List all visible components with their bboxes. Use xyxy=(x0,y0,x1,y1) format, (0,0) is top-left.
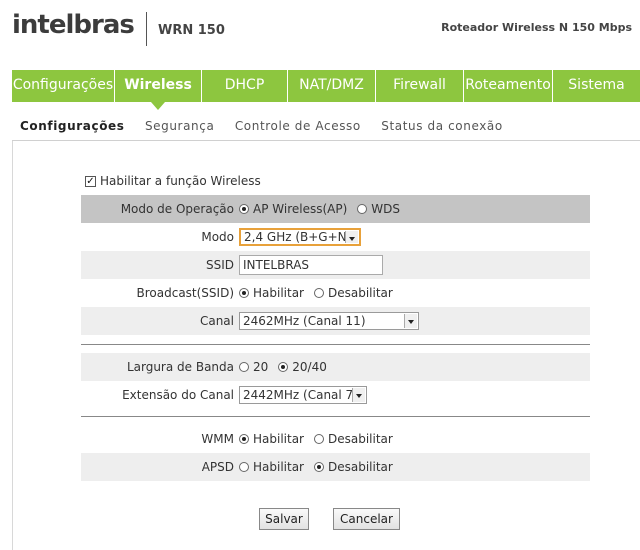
cancel-button[interactable]: Cancelar xyxy=(333,508,400,530)
chevron-down-icon xyxy=(352,388,365,402)
section-divider xyxy=(81,416,590,417)
canal-value: 2462MHz (Canal 11) xyxy=(243,314,366,328)
radio-dot xyxy=(314,288,324,298)
section-divider xyxy=(81,344,590,345)
tab-configuracoes[interactable]: Configurações xyxy=(12,70,115,102)
radio-dot xyxy=(239,362,249,372)
ssid-input[interactable]: INTELBRAS xyxy=(239,255,383,275)
row-ssid: SSID INTELBRAS xyxy=(81,251,590,279)
radio-ap-wireless[interactable]: AP Wireless(AP) xyxy=(239,202,347,216)
row-modo: Modo 2,4 GHz (B+G+N) xyxy=(81,223,590,251)
subtab-configuracoes[interactable]: Configurações xyxy=(20,119,125,133)
main-nav: Configurações Wireless DHCP NAT/DMZ Fire… xyxy=(12,70,640,110)
radio-dot xyxy=(314,434,324,444)
product-name: Roteador Wireless N 150 Mbps xyxy=(441,21,632,34)
radio-label: 20/40 xyxy=(292,360,327,374)
canal-label: Canal xyxy=(199,314,234,328)
modo-label: Modo xyxy=(201,230,234,244)
extensao-value: 2442MHz (Canal 7) xyxy=(243,388,358,402)
extensao-label: Extensão do Canal xyxy=(122,388,234,402)
modo-operacao-label: Modo de Operação xyxy=(120,202,234,216)
enable-wireless-checkbox[interactable]: ✓ xyxy=(85,175,96,187)
modo-select[interactable]: 2,4 GHz (B+G+N) xyxy=(239,228,361,246)
row-apsd: APSD Habilitar Desabilitar xyxy=(81,453,590,481)
header: intelbras WRN 150 Roteador Wireless N 15… xyxy=(0,0,640,70)
radio-label: Habilitar xyxy=(253,286,304,300)
row-largura-banda: Largura de Banda 20 20/40 xyxy=(81,353,590,381)
row-modo-operacao: Modo de Operação AP Wireless(AP) WDS xyxy=(81,195,590,223)
radio-label: Desabilitar xyxy=(328,432,393,446)
row-wmm: WMM Habilitar Desabilitar xyxy=(81,425,590,453)
subtab-status-conexao[interactable]: Status da conexão xyxy=(381,119,503,133)
radio-dot xyxy=(239,288,249,298)
radio-label: WDS xyxy=(371,202,401,216)
enable-wireless-label: Habilitar a função Wireless xyxy=(100,174,261,188)
row-extensao-canal: Extensão do Canal 2442MHz (Canal 7) xyxy=(81,381,590,409)
model-name: WRN 150 xyxy=(158,23,225,38)
tab-sistema[interactable]: Sistema xyxy=(553,70,640,102)
tab-roteamento[interactable]: Roteamento xyxy=(464,70,553,102)
largura-label: Largura de Banda xyxy=(126,360,234,374)
modo-value: 2,4 GHz (B+G+N) xyxy=(244,230,352,244)
broadcast-label: Broadcast(SSID) xyxy=(136,286,235,300)
subtab-controle-acesso[interactable]: Controle de Acesso xyxy=(235,119,361,133)
radio-label: Desabilitar xyxy=(328,460,393,474)
radio-dot xyxy=(314,462,324,472)
radio-wds[interactable]: WDS xyxy=(357,202,400,216)
radio-label: Habilitar xyxy=(253,432,304,446)
canal-select[interactable]: 2462MHz (Canal 11) xyxy=(239,312,419,330)
sub-nav: Configurações Segurança Controle de Aces… xyxy=(20,119,519,133)
radio-largura-20[interactable]: 20 xyxy=(239,360,268,374)
brand-logo: intelbras xyxy=(12,10,135,40)
settings-panel: ✓ Habilitar a função Wireless Modo de Op… xyxy=(12,141,640,550)
tab-nat-dmz[interactable]: NAT/DMZ xyxy=(288,70,376,102)
radio-label: Desabilitar xyxy=(328,286,393,300)
radio-dot xyxy=(278,362,289,372)
save-button[interactable]: Salvar xyxy=(259,508,309,530)
subtab-seguranca[interactable]: Segurança xyxy=(145,119,214,133)
radio-broadcast-desabilitar[interactable]: Desabilitar xyxy=(314,286,393,300)
logo-divider xyxy=(146,12,147,46)
radio-wmm-habilitar[interactable]: Habilitar xyxy=(239,432,304,446)
enable-wireless-row: ✓ Habilitar a função Wireless xyxy=(85,174,261,188)
radio-dot xyxy=(357,204,368,214)
apsd-label: APSD xyxy=(201,460,234,474)
radio-broadcast-habilitar[interactable]: Habilitar xyxy=(239,286,304,300)
tab-wireless[interactable]: Wireless xyxy=(115,70,202,110)
tab-firewall[interactable]: Firewall xyxy=(376,70,464,102)
chevron-down-icon xyxy=(404,314,417,328)
chevron-down-icon xyxy=(345,231,358,243)
radio-apsd-desabilitar[interactable]: Desabilitar xyxy=(314,460,393,474)
wmm-label: WMM xyxy=(201,432,234,446)
radio-dot xyxy=(239,434,249,444)
radio-label: Habilitar xyxy=(253,460,304,474)
row-canal: Canal 2462MHz (Canal 11) xyxy=(81,307,590,335)
extensao-select[interactable]: 2442MHz (Canal 7) xyxy=(239,386,367,404)
radio-label: AP Wireless(AP) xyxy=(253,202,348,216)
tab-dhcp[interactable]: DHCP xyxy=(202,70,288,102)
radio-dot xyxy=(239,462,249,472)
row-broadcast: Broadcast(SSID) Habilitar Desabilitar xyxy=(81,279,590,307)
radio-largura-20-40[interactable]: 20/40 xyxy=(278,360,327,374)
ssid-label: SSID xyxy=(205,258,234,272)
radio-label: 20 xyxy=(253,360,269,374)
radio-apsd-habilitar[interactable]: Habilitar xyxy=(239,460,304,474)
radio-wmm-desabilitar[interactable]: Desabilitar xyxy=(314,432,393,446)
radio-dot xyxy=(239,204,249,214)
